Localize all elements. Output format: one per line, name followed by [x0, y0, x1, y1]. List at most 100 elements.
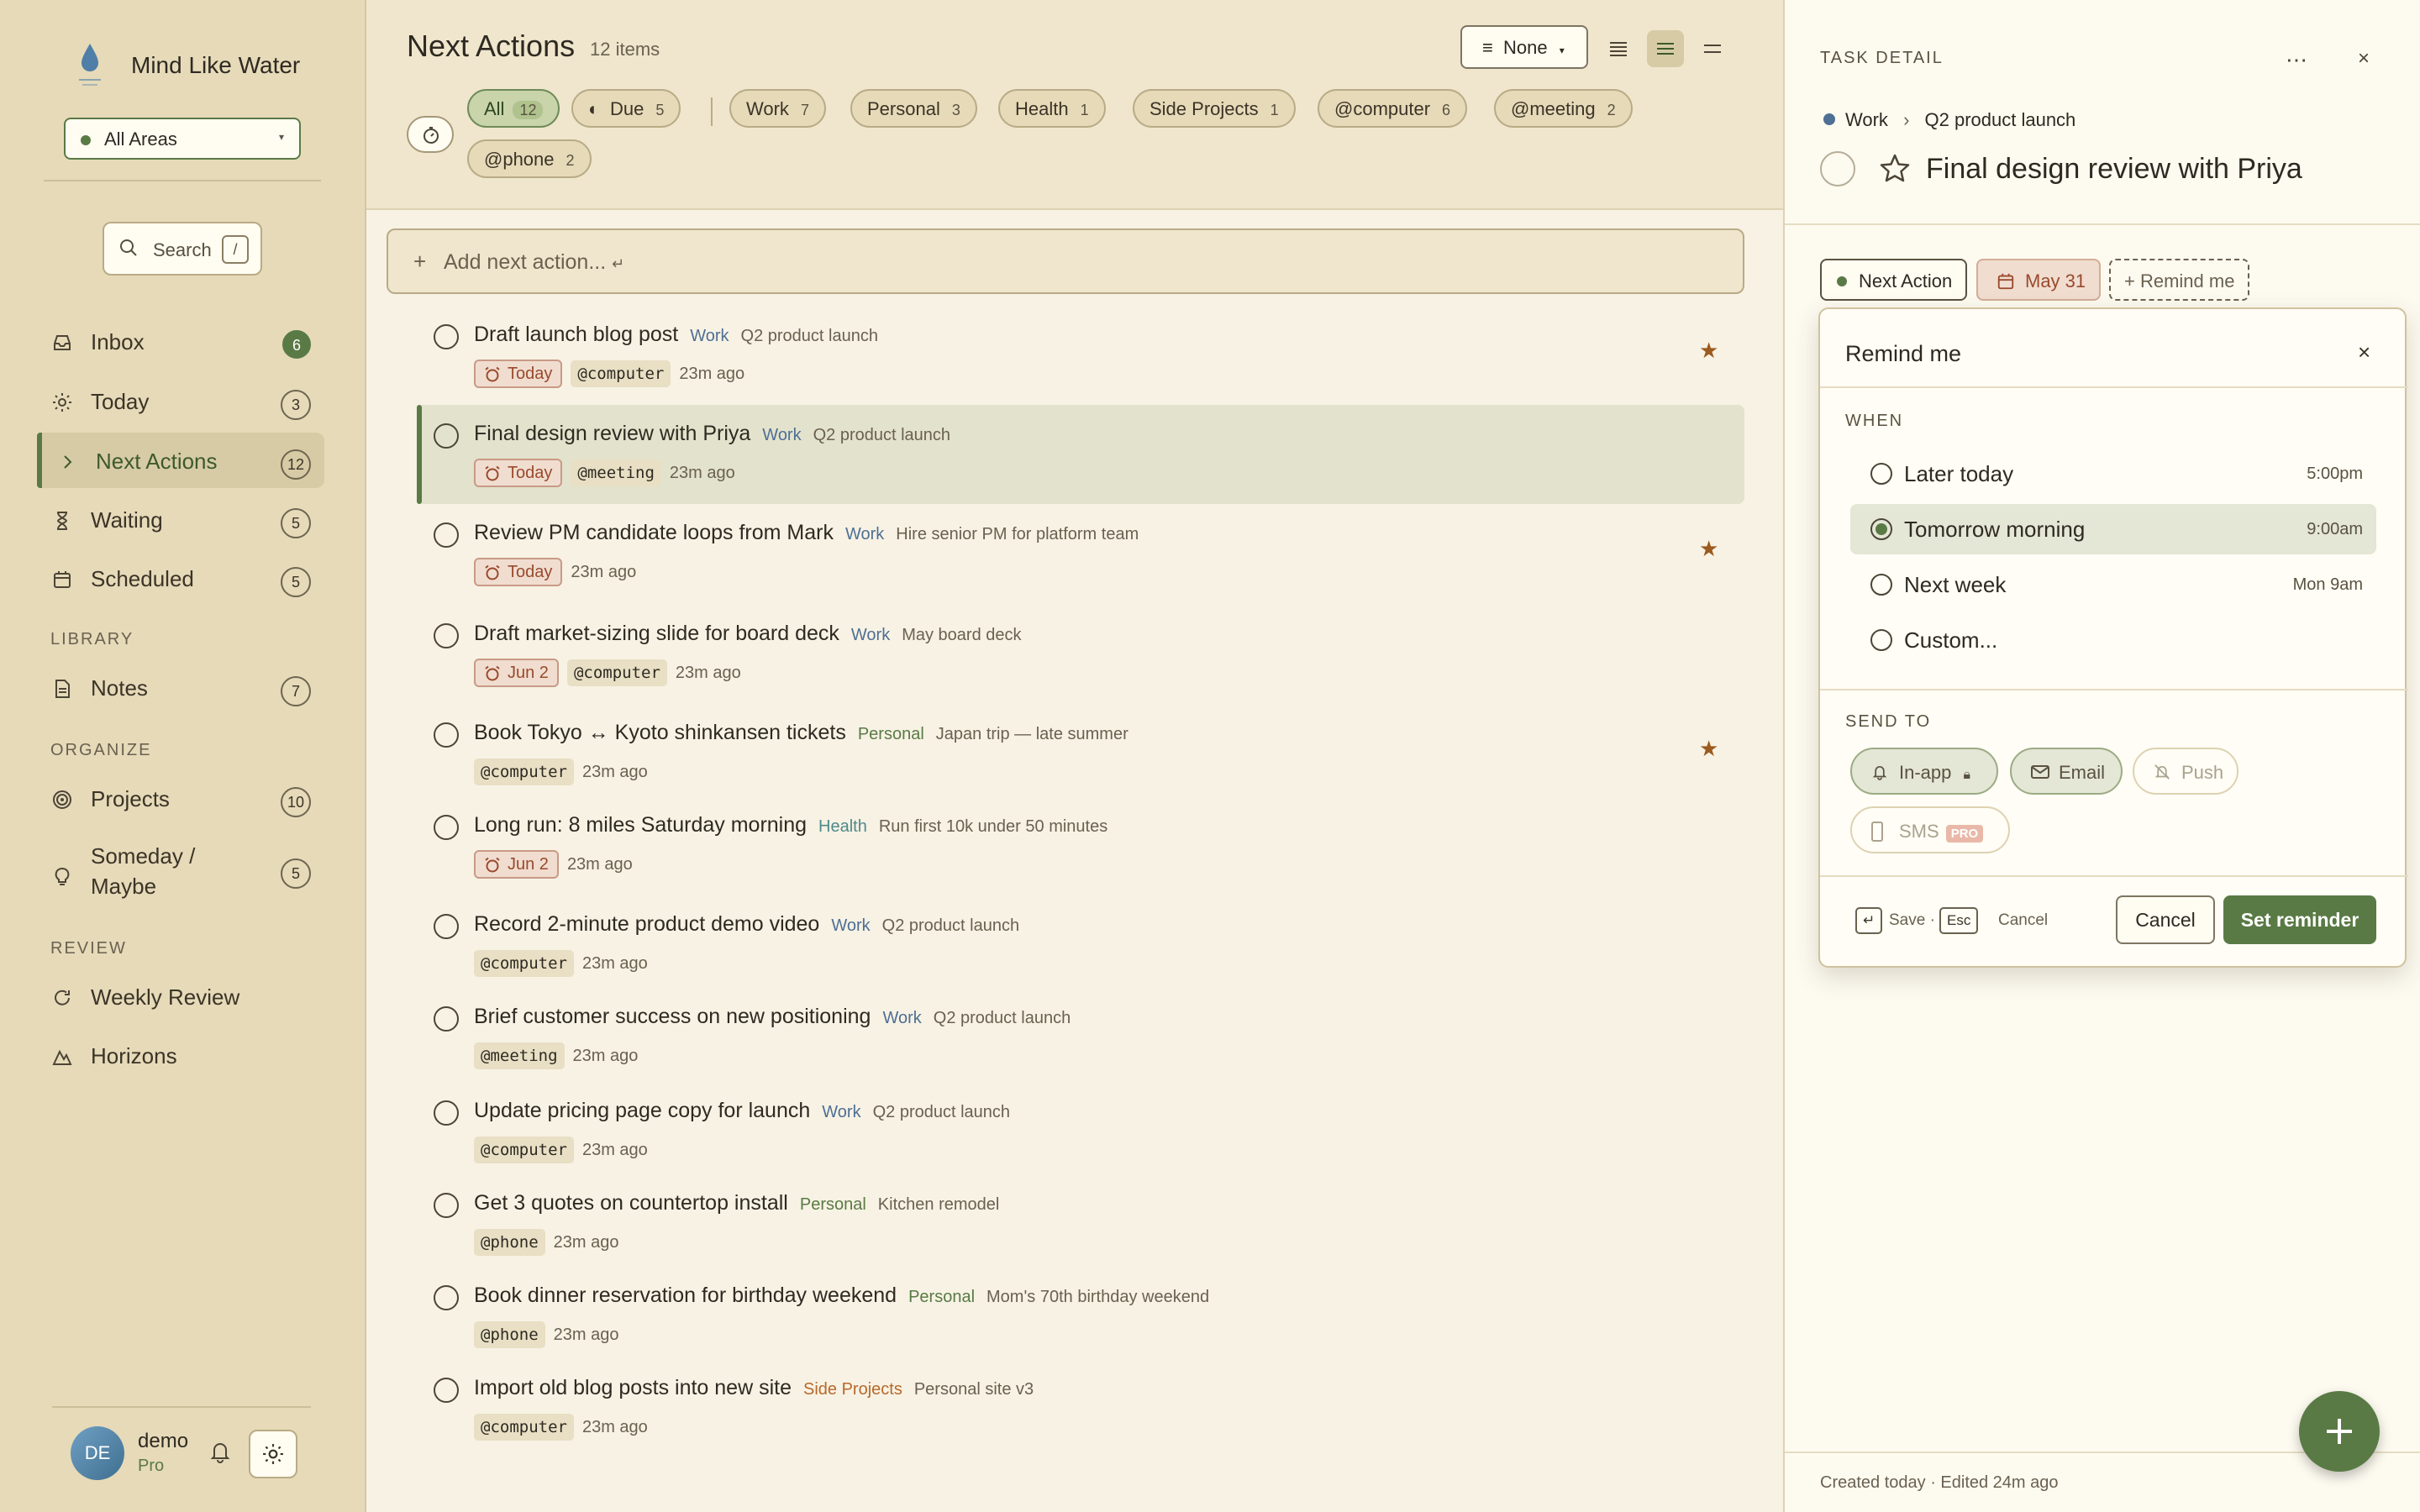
sidebar-item-notes[interactable]: Notes 7: [37, 659, 324, 715]
breadcrumb-area[interactable]: Work: [1845, 109, 1888, 130]
sidebar: Mind Like Water All Areas ▾ Search / Inb…: [0, 0, 366, 1512]
task-row[interactable]: Book Tokyo ↔ Kyoto shinkansen tickets Per…: [366, 717, 1783, 798]
sidebar-item-projects[interactable]: Projects 10: [37, 770, 324, 826]
reminder-option[interactable]: Custom...: [1850, 615, 2376, 665]
calendar-icon: [54, 571, 71, 588]
filter-chip-health[interactable]: Health 1: [998, 89, 1106, 128]
set-reminder-button[interactable]: Set reminder: [2223, 895, 2376, 944]
task-checkbox[interactable]: [434, 1193, 459, 1218]
close-icon[interactable]: ×: [2358, 339, 2370, 365]
close-icon[interactable]: ×: [2358, 47, 2370, 71]
breadcrumb-project[interactable]: Q2 product launch: [1925, 109, 2076, 130]
task-checkbox[interactable]: [434, 815, 459, 840]
search-button[interactable]: Search /: [103, 222, 262, 276]
sidebar-item-someday-maybe[interactable]: Someday / Maybe 5: [37, 837, 324, 911]
channel-email[interactable]: Email: [2010, 748, 2123, 795]
filter-chip-personal[interactable]: Personal 3: [850, 89, 977, 128]
filter-chip-meeting[interactable]: @meeting 2: [1494, 89, 1633, 128]
radio-button[interactable]: [1870, 574, 1892, 596]
more-icon[interactable]: ⋯: [2286, 47, 2307, 73]
channel-sms[interactable]: SMS PRO: [1850, 806, 2010, 853]
task-checkbox[interactable]: [434, 1006, 459, 1032]
avatar[interactable]: DE: [71, 1426, 124, 1480]
star-outline-icon[interactable]: [1877, 151, 1912, 186]
star-icon[interactable]: ★: [1699, 536, 1718, 562]
task-title[interactable]: Final design review with Priya: [1926, 153, 2302, 186]
task-checkbox[interactable]: [434, 1285, 459, 1310]
main-panel: Next Actions 12 items ≡ None ▾ All 12 ◐ Du…: [366, 0, 1783, 1512]
view-compact-button[interactable]: [1600, 30, 1637, 67]
filter-chip-all[interactable]: All 12: [467, 89, 560, 128]
sidebar-item-weekly-review[interactable]: Weekly Review: [37, 969, 324, 1024]
task-row[interactable]: Final design review with Priya Work Q2 pro…: [366, 418, 1783, 499]
sidebar-item-waiting[interactable]: Waiting 5: [37, 491, 324, 547]
task-row[interactable]: Record 2-minute product demo video Work Q2…: [366, 909, 1783, 990]
sidebar-item-horizons[interactable]: Horizons: [37, 1027, 324, 1083]
bell-off-icon: [2154, 764, 2170, 780]
task-row[interactable]: Review PM candidate loops from Mark Work H…: [366, 517, 1783, 598]
filter-chip-computer[interactable]: @computer 6: [1318, 89, 1468, 128]
radio-button[interactable]: [1870, 629, 1892, 651]
task-meta: @computer 23m ago: [474, 758, 648, 786]
sidebar-item-inbox[interactable]: Inbox 6: [37, 313, 324, 369]
filter-chip-due[interactable]: ◐ Due 5: [571, 89, 681, 128]
complete-checkbox[interactable]: [1820, 151, 1855, 186]
bell-icon[interactable]: [207, 1438, 234, 1465]
channel-push[interactable]: Push: [2133, 748, 2238, 795]
task-checkbox[interactable]: [434, 423, 459, 449]
filter-chip-phone[interactable]: @phone 2: [467, 139, 592, 178]
task-checkbox[interactable]: [434, 324, 459, 349]
radio-button[interactable]: [1870, 463, 1892, 485]
divider: [1785, 223, 2420, 225]
add-task-fab[interactable]: [2299, 1391, 2380, 1472]
task-row[interactable]: Book dinner reservation for birthday wee…: [366, 1280, 1783, 1361]
filter-chip-work[interactable]: Work 7: [729, 89, 826, 128]
task-row[interactable]: Draft launch blog post Work Q2 product lau…: [366, 319, 1783, 400]
sidebar-item-label: Horizons: [91, 1043, 177, 1068]
theme-toggle-button[interactable]: [249, 1430, 297, 1478]
filter-chip-side-projects[interactable]: Side Projects 1: [1133, 89, 1296, 128]
cancel-button[interactable]: Cancel: [2116, 895, 2215, 944]
due-date-pill[interactable]: May 31: [1976, 259, 2102, 301]
task-checkbox[interactable]: [434, 914, 459, 939]
task-row[interactable]: Get 3 quotes on countertop install Person…: [366, 1188, 1783, 1268]
remind-me-button[interactable]: + Remind me: [2109, 259, 2250, 301]
area-select-label: All Areas: [104, 129, 177, 150]
task-age: 23m ago: [566, 854, 633, 874]
task-title-line: Book Tokyo ↔ Kyoto shinkansen tickets Per…: [474, 721, 1128, 745]
task-checkbox[interactable]: [434, 1100, 459, 1126]
reminder-option[interactable]: Next week Mon 9am: [1850, 559, 2376, 610]
task-checkbox[interactable]: [434, 1378, 459, 1403]
radio-button[interactable]: [1870, 518, 1892, 540]
view-comfortable-button[interactable]: [1647, 30, 1684, 67]
target-icon: [53, 790, 71, 809]
star-icon[interactable]: ★: [1699, 736, 1718, 762]
status-pill[interactable]: Next Action: [1820, 259, 1968, 301]
star-icon[interactable]: ★: [1699, 338, 1718, 364]
timer-icon: [424, 127, 439, 144]
task-row[interactable]: Long run: 8 miles Saturday morning Health…: [366, 810, 1783, 890]
alarm-icon: [485, 665, 500, 681]
channel-in-app[interactable]: In-app 🔒︎: [1850, 748, 1998, 795]
task-row[interactable]: Brief customer success on new positionin…: [366, 1001, 1783, 1082]
task-checkbox[interactable]: [434, 522, 459, 548]
sidebar-item-scheduled[interactable]: Scheduled 5: [37, 550, 324, 606]
task-row[interactable]: Update pricing page copy for launch Work Q…: [366, 1095, 1783, 1176]
timer-button[interactable]: [407, 116, 454, 153]
task-checkbox[interactable]: [434, 623, 459, 648]
area-select[interactable]: All Areas ▾: [64, 118, 301, 160]
reminder-option[interactable]: Later today 5:00pm: [1850, 449, 2376, 499]
add-next-action-input[interactable]: + Add next action... ↵: [387, 228, 1744, 294]
task-area: Work: [831, 916, 871, 935]
task-row[interactable]: Import old blog posts into new site Side …: [366, 1373, 1783, 1453]
task-age: 23m ago: [679, 364, 745, 383]
group-by-select[interactable]: ≡ None ▾: [1460, 25, 1588, 69]
task-row[interactable]: Draft market-sizing slide for board deck…: [366, 618, 1783, 699]
lines-icon: ≡: [1482, 37, 1493, 58]
reminder-option[interactable]: Tomorrow morning 9:00am: [1850, 504, 2376, 554]
sidebar-item-next-actions[interactable]: Next Actions 12: [37, 433, 324, 488]
count-badge: 10: [280, 787, 311, 817]
sidebar-item-today[interactable]: Today 3: [37, 373, 324, 428]
view-spacious-button[interactable]: [1694, 30, 1731, 67]
task-checkbox[interactable]: [434, 722, 459, 748]
